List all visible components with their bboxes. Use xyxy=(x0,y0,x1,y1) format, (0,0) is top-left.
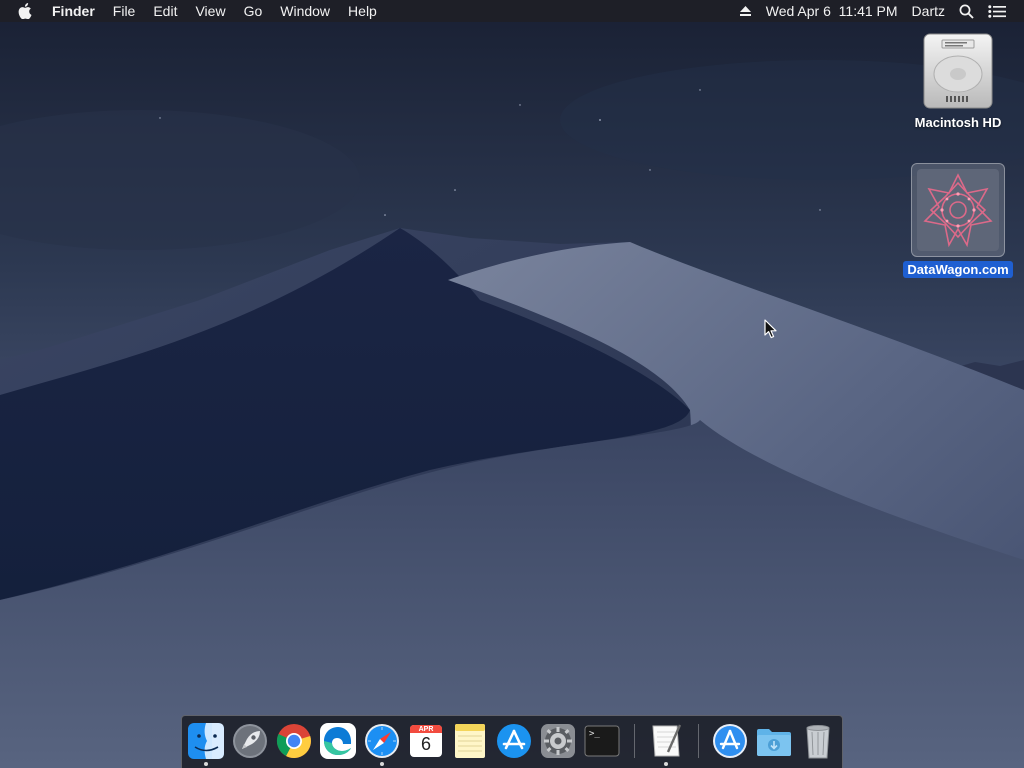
launchpad-icon xyxy=(233,724,267,758)
calendar-month: APR xyxy=(418,726,434,733)
dock-item-applications[interactable] xyxy=(711,722,749,760)
desktop-wallpaper xyxy=(0,0,1024,768)
menu-bar: Finder File Edit View Go Window Help Wed… xyxy=(0,0,1024,22)
dock-item-launchpad[interactable] xyxy=(231,722,269,760)
dock-item-downloads[interactable] xyxy=(755,722,793,760)
menu-view[interactable]: View xyxy=(195,0,225,22)
app-menu-finder[interactable]: Finder xyxy=(52,0,95,22)
eject-icon[interactable] xyxy=(739,5,752,17)
hard-drive-icon xyxy=(923,33,993,109)
menu-edit[interactable]: Edit xyxy=(153,0,177,22)
spotlight-search-icon[interactable] xyxy=(959,4,974,19)
dock-item-terminal[interactable]: >_ xyxy=(583,722,621,760)
notification-center-icon[interactable] xyxy=(988,4,1006,18)
terminal-icon xyxy=(584,725,620,757)
finder-icon xyxy=(188,723,224,759)
desktop-icon-macintosh-hd[interactable]: Macintosh HD xyxy=(903,30,1013,131)
dock-running-indicator xyxy=(380,762,384,766)
dock-item-edge[interactable] xyxy=(319,722,357,760)
dock: APR 6 >_ xyxy=(181,715,843,768)
dock-item-textedit[interactable] xyxy=(647,722,685,760)
downloads-folder-icon xyxy=(757,729,791,756)
menu-file[interactable]: File xyxy=(113,0,136,22)
mouse-cursor-icon xyxy=(764,319,777,339)
apple-icon[interactable] xyxy=(18,2,34,20)
applications-folder-icon xyxy=(713,724,747,758)
app-store-icon xyxy=(497,724,531,758)
trash-icon xyxy=(806,725,830,759)
notes-icon xyxy=(455,724,485,758)
safari-icon xyxy=(365,724,399,758)
dock-running-indicator xyxy=(204,762,208,766)
menubar-user[interactable]: Dartz xyxy=(912,3,945,19)
dock-running-indicator xyxy=(664,762,668,766)
dock-separator xyxy=(634,724,635,758)
disk-image-icon xyxy=(917,169,999,251)
edge-icon xyxy=(320,723,356,759)
desktop-icon-label: Macintosh HD xyxy=(914,115,1002,130)
dock-separator xyxy=(698,724,699,758)
gear-icon xyxy=(541,724,575,758)
dock-item-finder[interactable] xyxy=(187,722,225,760)
dock-item-calendar[interactable]: APR 6 xyxy=(407,722,445,760)
desktop-icon-datawagon[interactable]: DataWagon.com xyxy=(903,163,1013,278)
chrome-icon xyxy=(276,724,311,758)
textedit-icon xyxy=(652,724,682,757)
terminal-prompt: >_ xyxy=(589,729,600,739)
dock-item-app-store[interactable] xyxy=(495,722,533,760)
desktop-icon-label: DataWagon.com xyxy=(903,261,1013,278)
dock-item-system-preferences[interactable] xyxy=(539,722,577,760)
dock-item-safari[interactable] xyxy=(363,722,401,760)
dock-item-notes[interactable] xyxy=(451,722,489,760)
calendar-day: 6 xyxy=(420,734,431,754)
menu-window[interactable]: Window xyxy=(280,0,330,22)
dock-item-trash[interactable] xyxy=(799,722,837,760)
menubar-clock[interactable]: Wed Apr 6 11:41 PM xyxy=(766,3,898,19)
dock-item-chrome[interactable] xyxy=(275,722,313,760)
icon-selection-frame xyxy=(911,163,1005,257)
menu-help[interactable]: Help xyxy=(348,0,377,22)
menu-go[interactable]: Go xyxy=(244,0,263,22)
